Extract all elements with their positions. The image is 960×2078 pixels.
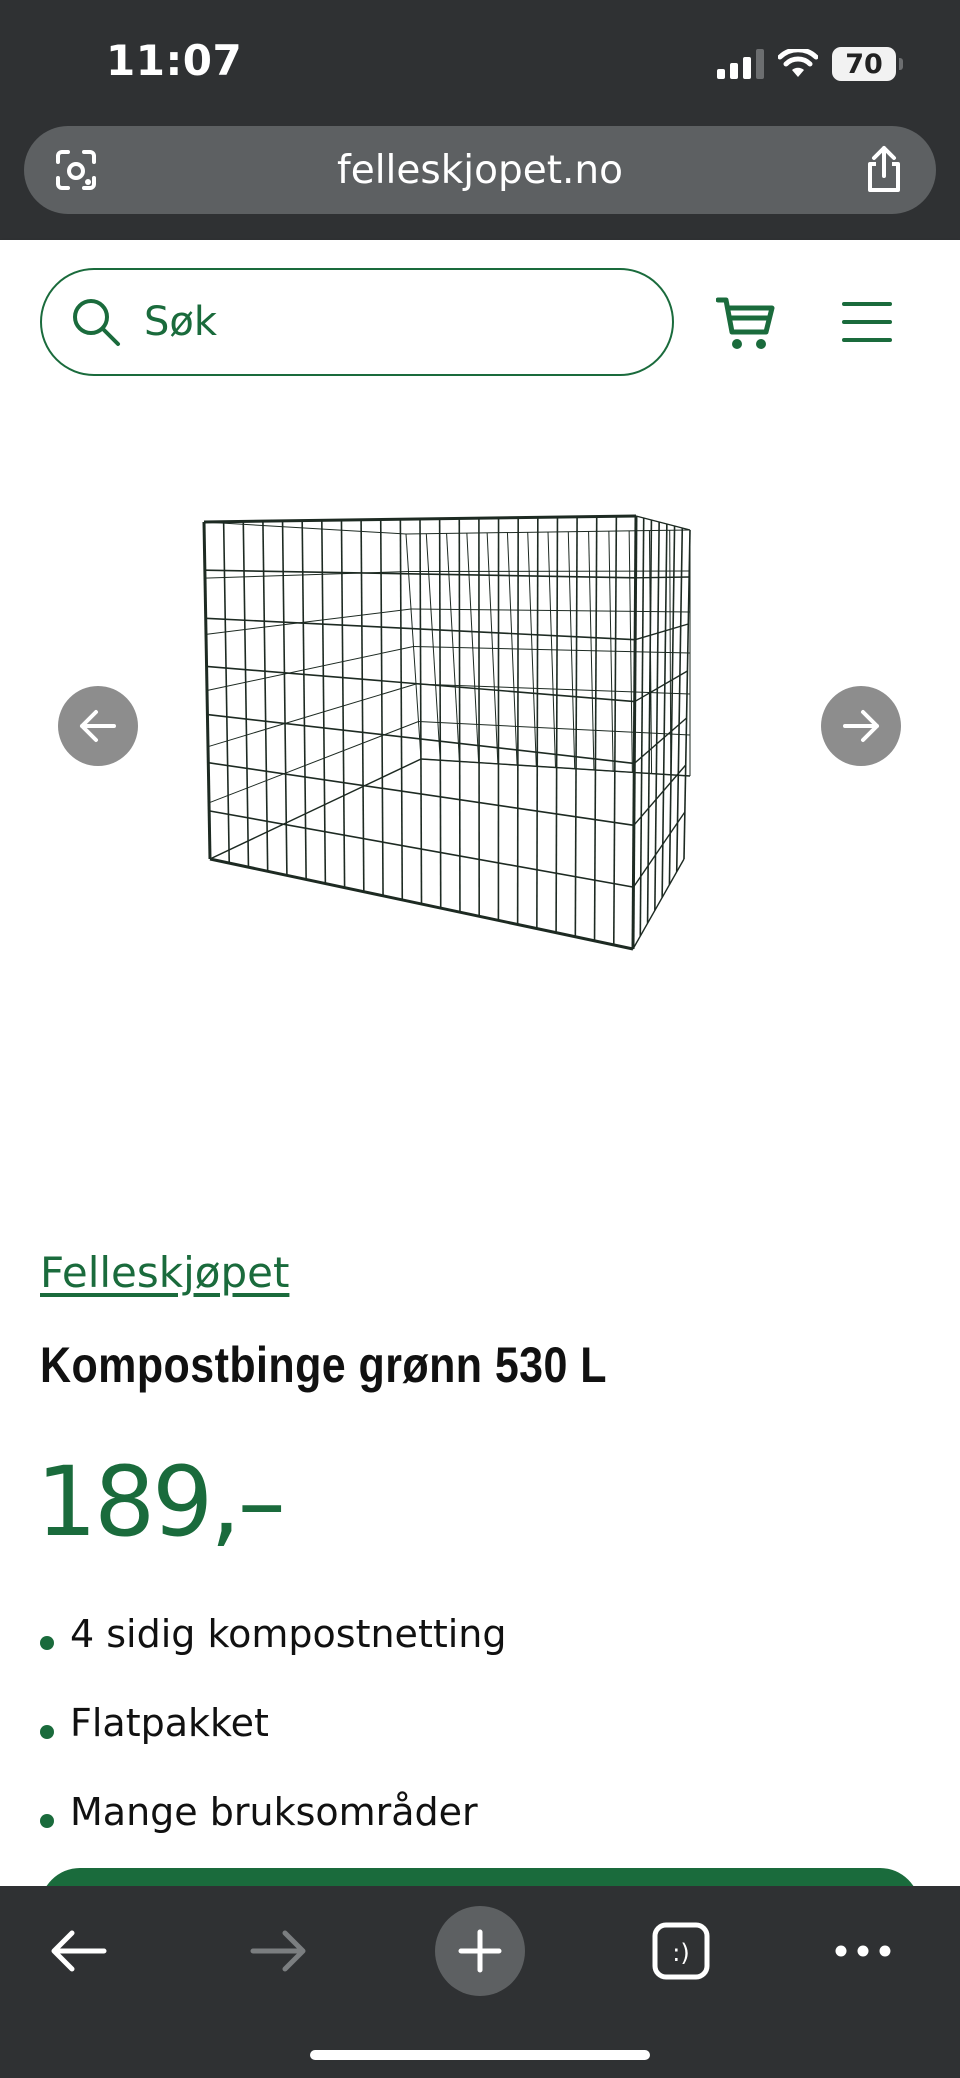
feature-text: 4 sidig kompostnetting xyxy=(70,1611,507,1656)
wifi-icon xyxy=(778,49,818,79)
cellular-signal-icon xyxy=(717,49,764,79)
arrow-left-icon xyxy=(80,710,116,742)
arrow-right-icon xyxy=(250,1930,306,1972)
browser-top-bar: 11:07 70 felleskjopet.no xyxy=(0,0,960,240)
home-indicator xyxy=(310,2050,650,2060)
feature-item: 4 sidig kompostnetting xyxy=(40,1600,920,1689)
feature-item: Mange bruksområder xyxy=(40,1778,920,1867)
bullet-icon xyxy=(40,1725,54,1739)
arrow-left-icon xyxy=(51,1930,107,1972)
bullet-icon xyxy=(40,1814,54,1828)
browser-forward-button[interactable] xyxy=(234,1906,324,1996)
cart-icon[interactable] xyxy=(716,296,776,352)
feature-list: 4 sidig kompostnetting Flatpakket Mange … xyxy=(40,1600,920,1867)
product-gallery[interactable] xyxy=(0,406,960,1206)
feature-text: Flatpakket xyxy=(70,1700,269,1745)
status-icons: 70 xyxy=(717,44,903,84)
more-dots-icon xyxy=(835,1945,891,1957)
battery-icon: 70 xyxy=(832,47,903,81)
feature-item: Flatpakket xyxy=(40,1689,920,1778)
search-input[interactable]: Søk xyxy=(40,268,674,376)
address-bar[interactable]: felleskjopet.no xyxy=(24,126,936,214)
site-header: Søk xyxy=(0,240,960,406)
new-tab-button[interactable] xyxy=(435,1906,525,1996)
more-options-button[interactable] xyxy=(818,1906,908,1996)
share-icon[interactable] xyxy=(860,144,908,196)
url-text[interactable]: felleskjopet.no xyxy=(24,148,936,193)
browser-back-button[interactable] xyxy=(33,1906,123,1996)
arrow-right-icon xyxy=(843,710,879,742)
search-placeholder: Søk xyxy=(144,299,218,345)
tab-switcher-button[interactable]: :) xyxy=(636,1906,726,1996)
product-image[interactable] xyxy=(196,514,706,974)
product-title: Kompostbinge grønn 530 L xyxy=(40,1337,607,1393)
brand-link[interactable]: Felleskjøpet xyxy=(40,1248,289,1297)
product-price: 189,– xyxy=(36,1446,286,1558)
bullet-icon xyxy=(40,1636,54,1650)
browser-bottom-toolbar: :) xyxy=(0,1886,960,2078)
tab-switcher-icon: :) xyxy=(652,1922,710,1980)
search-icon xyxy=(73,299,120,346)
svg-text::): :) xyxy=(672,1939,689,1967)
hamburger-menu-icon[interactable] xyxy=(842,300,892,344)
battery-level: 70 xyxy=(845,48,883,80)
screen: 11:07 70 felleskjopet.no Søk Felleskjøpe… xyxy=(0,0,960,2078)
plus-icon xyxy=(458,1929,502,1973)
status-time: 11:07 xyxy=(106,36,243,85)
gallery-prev-button[interactable] xyxy=(58,686,138,766)
gallery-next-button[interactable] xyxy=(821,686,901,766)
feature-text: Mange bruksområder xyxy=(70,1789,478,1834)
